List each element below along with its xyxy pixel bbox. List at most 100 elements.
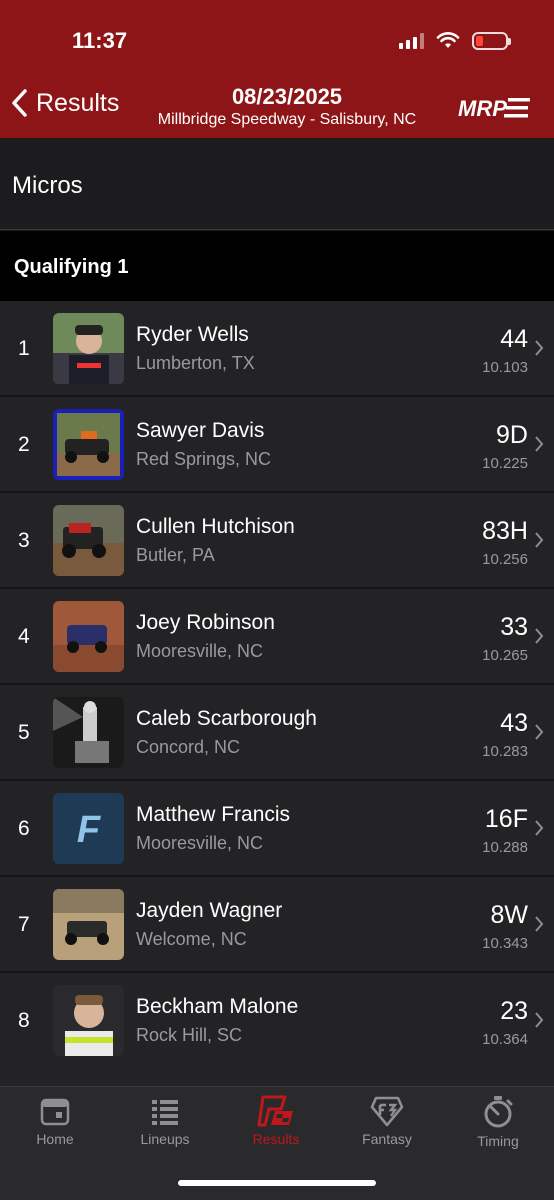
tab-label: Home	[36, 1131, 74, 1147]
position: 7	[18, 913, 30, 936]
position: 4	[18, 625, 30, 648]
driver-photo	[53, 505, 124, 576]
tab-results[interactable]: Results	[221, 1091, 331, 1161]
tab-label: Results	[252, 1131, 300, 1147]
class-header: Micros	[0, 138, 554, 230]
driver-hometown: Concord, NC	[136, 737, 241, 757]
class-title: Micros	[12, 172, 83, 199]
chevron-right-icon	[535, 820, 544, 836]
driver-hometown: Welcome, NC	[136, 929, 247, 949]
lap-time: 10.364	[482, 1031, 528, 1048]
driver-photo	[53, 889, 124, 960]
lap-time: 10.265	[482, 647, 528, 664]
result-row[interactable]: 1 Ryder Wells Lumberton, TX 44 10.103	[0, 301, 554, 397]
position: 2	[18, 433, 30, 456]
driver-hometown: Red Springs, NC	[136, 449, 272, 469]
driver-photo	[53, 697, 124, 768]
driver-initial-avatar: F	[53, 793, 124, 864]
tab-fantasy[interactable]: Fantasy	[332, 1091, 442, 1161]
app-header: 11:37 Results 08/23/2025 Millbridge Spee…	[0, 0, 554, 138]
driver-name: Ryder Wells	[136, 323, 249, 346]
tab-label: Timing	[477, 1133, 519, 1149]
lap-time: 10.256	[482, 551, 528, 568]
driver-name: Jayden Wagner	[136, 899, 283, 922]
result-row[interactable]: 2 Sawyer Davis Red Springs, NC 9D 10.225	[0, 397, 554, 493]
session-header: Qualifying 1	[0, 231, 554, 301]
result-row[interactable]: 7 Jayden Wagner Welcome, NC 8W 10.343	[0, 877, 554, 973]
back-label: Results	[36, 88, 120, 117]
logo-text: MRP	[458, 96, 507, 121]
driver-photo	[53, 601, 124, 672]
status-time: 11:37	[72, 28, 128, 53]
position: 5	[18, 721, 30, 744]
driver-name: Sawyer Davis	[136, 419, 265, 442]
car-number: 16F	[484, 805, 528, 833]
driver-name: Matthew Francis	[136, 803, 291, 826]
lap-time: 10.343	[482, 935, 528, 952]
driver-hometown: Rock Hill, SC	[136, 1025, 243, 1045]
car-number: 43	[500, 709, 528, 737]
result-row[interactable]: 4 Joey Robinson Mooresville, NC 33 10.26…	[0, 589, 554, 685]
tab-label: Fantasy	[362, 1131, 412, 1147]
status-icons	[399, 32, 511, 50]
driver-photo	[53, 985, 124, 1056]
position: 6	[18, 817, 30, 840]
driver-name: Caleb Scarborough	[136, 707, 317, 730]
driver-hometown: Lumberton, TX	[136, 353, 255, 373]
driver-hometown: Mooresville, NC	[136, 833, 264, 853]
car-number: 9D	[496, 421, 528, 449]
result-row[interactable]: 3 Cullen Hutchison Butler, PA 83H 10.256	[0, 493, 554, 589]
driver-name: Cullen Hutchison	[136, 515, 295, 538]
results-flag-icon	[257, 1095, 293, 1127]
position: 8	[18, 1009, 30, 1032]
avatar-letter: F	[77, 809, 102, 851]
event-venue: Millbridge Speedway - Salisbury, NC	[157, 111, 417, 128]
result-row[interactable]: 8 Beckham Malone Rock Hill, SC 23 10.364	[0, 973, 554, 1069]
chevron-right-icon	[535, 628, 544, 644]
session-title: Qualifying 1	[14, 256, 129, 278]
chevron-right-icon	[535, 916, 544, 932]
lap-time: 10.225	[482, 455, 528, 472]
chevron-right-icon	[535, 340, 544, 356]
partial-result-row	[0, 1066, 554, 1086]
list-icon	[152, 1100, 178, 1125]
chevron-right-icon	[535, 724, 544, 740]
driver-photo	[53, 313, 124, 384]
driver-photo	[53, 409, 124, 480]
driver-hometown: Butler, PA	[136, 545, 215, 565]
car-number: 23	[500, 997, 528, 1025]
mrp-logo: MRP	[458, 96, 530, 121]
wifi-icon	[436, 32, 460, 48]
chevron-right-icon	[535, 1012, 544, 1028]
fantasy-badge-icon	[370, 1096, 404, 1127]
tab-timing[interactable]: Timing	[443, 1091, 553, 1161]
car-number: 33	[500, 613, 528, 641]
back-button[interactable]: Results	[10, 88, 119, 118]
driver-name: Joey Robinson	[136, 611, 275, 634]
tab-lineups[interactable]: Lineups	[110, 1091, 220, 1161]
result-row[interactable]: 5 Caleb Scarborough Concord, NC 43 10.28…	[0, 685, 554, 781]
position: 1	[18, 337, 30, 360]
event-info: 08/23/2025 Millbridge Speedway - Salisbu…	[140, 84, 434, 130]
position: 3	[18, 529, 30, 552]
car-number: 83H	[482, 517, 528, 545]
stopwatch-icon	[484, 1096, 513, 1128]
lap-time: 10.103	[482, 359, 528, 376]
event-date: 08/23/2025	[231, 84, 343, 109]
driver-hometown: Mooresville, NC	[136, 641, 264, 661]
chevron-right-icon	[535, 436, 544, 452]
tab-home[interactable]: Home	[0, 1091, 110, 1161]
battery-icon	[472, 32, 511, 50]
car-number: 8W	[490, 901, 529, 929]
results-list: 1 Ryder Wells Lumberton, TX 44 10.103 2 …	[0, 301, 554, 1069]
chevron-left-icon	[12, 89, 27, 117]
cellular-signal-icon	[399, 33, 424, 49]
car-number: 44	[500, 325, 528, 353]
lap-time: 10.288	[482, 839, 528, 856]
home-indicator	[178, 1180, 376, 1186]
driver-name: Beckham Malone	[136, 995, 299, 1018]
lap-time: 10.283	[482, 743, 528, 760]
result-row[interactable]: 6 F Matthew Francis Mooresville, NC 16F …	[0, 781, 554, 877]
calendar-icon	[40, 1098, 70, 1126]
chevron-right-icon	[535, 532, 544, 548]
